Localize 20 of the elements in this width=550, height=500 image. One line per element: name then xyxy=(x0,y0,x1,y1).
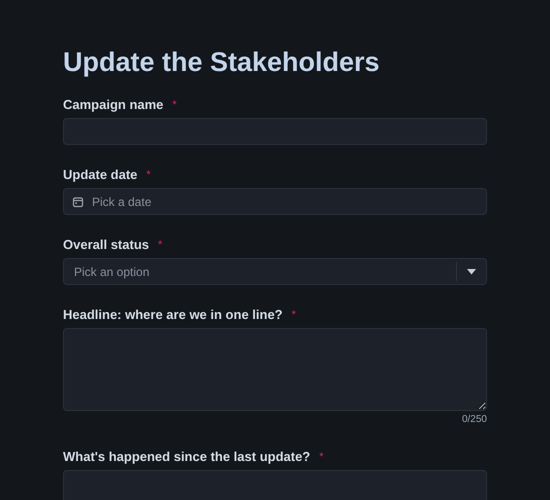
required-mark: * xyxy=(158,240,162,250)
page-title: Update the Stakeholders xyxy=(63,46,381,79)
caret-icon xyxy=(467,268,476,274)
calendar-icon xyxy=(72,196,84,208)
date-field[interactable]: Pick a date xyxy=(63,188,487,215)
required-mark: * xyxy=(319,452,324,462)
required-mark: * xyxy=(146,170,151,180)
field-label: Campaign name xyxy=(63,96,164,114)
required-mark: * xyxy=(172,100,177,110)
field-label: Overall status xyxy=(63,236,149,254)
required-mark: * xyxy=(292,310,296,320)
field-label: What's happened since the last update? xyxy=(63,448,310,466)
select-placeholder: Pick an option xyxy=(73,264,150,280)
character-counter: 0/250 xyxy=(462,413,487,427)
field-label: Update date xyxy=(63,166,138,184)
date-placeholder: Pick a date xyxy=(92,194,152,210)
select-field[interactable]: Pick an option xyxy=(63,258,487,285)
text-field[interactable] xyxy=(63,118,487,145)
text-area[interactable] xyxy=(63,328,487,411)
field-label: Headline: where are we in one line? xyxy=(63,306,283,324)
